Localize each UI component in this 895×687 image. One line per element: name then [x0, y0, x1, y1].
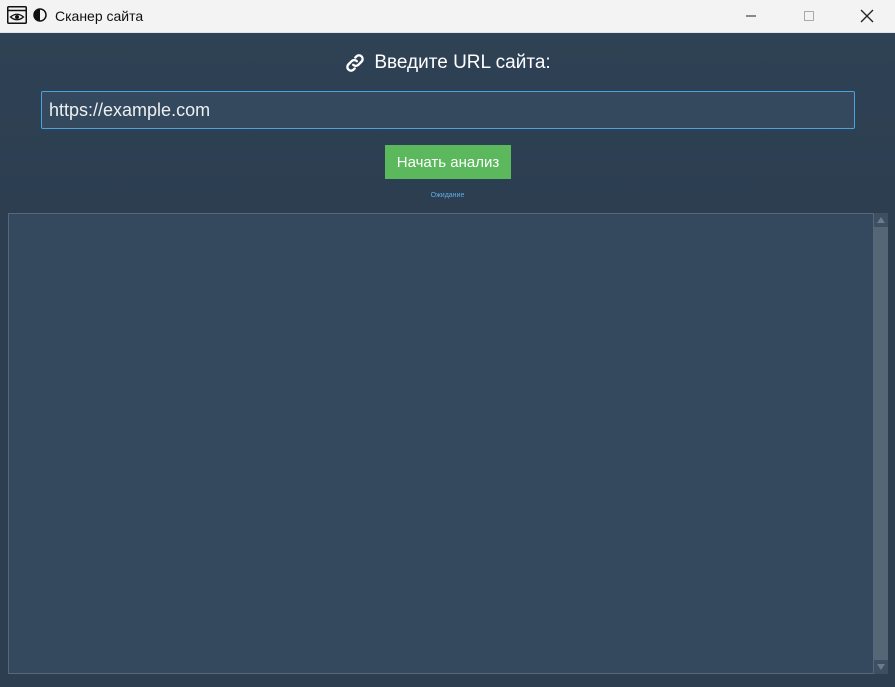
minimize-icon — [746, 15, 756, 17]
triangle-down-icon — [877, 664, 885, 670]
results-scrollbar[interactable] — [874, 213, 888, 674]
title-bar[interactable]: Сканер сайта — [0, 0, 895, 33]
eye-window-icon — [7, 6, 27, 24]
url-heading-label: Введите URL сайта: — [374, 52, 551, 73]
triangle-up-icon — [877, 217, 885, 223]
app-window: Сканер сайта Введите URL сайта: https://… — [0, 0, 895, 687]
window-bottom-edge — [0, 674, 895, 687]
results-text-area[interactable] — [8, 213, 874, 674]
window-title: Сканер сайта — [55, 8, 144, 24]
url-input[interactable] — [41, 91, 855, 129]
start-analysis-button[interactable]: Начать анализ — [385, 145, 511, 179]
half-circle-contrast-icon[interactable] — [33, 8, 47, 22]
url-panel: Введите URL сайта: Начать анализ Ожидани… — [0, 33, 895, 212]
minimize-button[interactable] — [722, 0, 780, 32]
scroll-up-button[interactable] — [874, 213, 888, 227]
close-button[interactable] — [838, 0, 895, 32]
scroll-down-button[interactable] — [874, 660, 888, 674]
url-heading: Введите URL сайта: — [0, 51, 895, 75]
maximize-button[interactable] — [780, 0, 838, 32]
link-icon — [346, 54, 365, 72]
close-icon — [860, 9, 874, 23]
scroll-thumb[interactable] — [874, 227, 888, 660]
maximize-icon — [804, 11, 814, 21]
status-label: Ожидание — [430, 192, 465, 199]
